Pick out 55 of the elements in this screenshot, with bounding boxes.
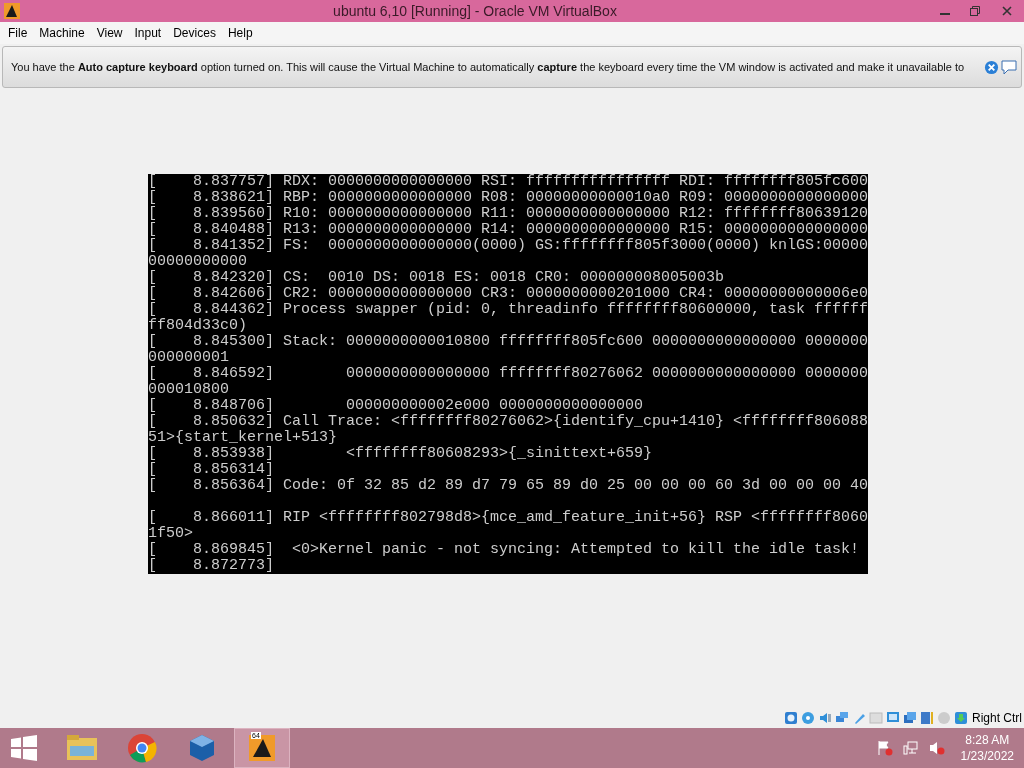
console-line: 000010800 xyxy=(148,382,229,398)
console-line: [ 8.837757] RDX: 0000000000000000 RSI: ffffffffffffffff RDI: ffffffff805fc600 xyxy=(148,174,868,190)
console-line: [ 8.853938] <ffffffff80608293>{_sinittext+659} xyxy=(148,446,653,462)
console-line: [ 8.842320] CS: 0010 DS: 0018 ES: 0018 CR0: 000000008005003b xyxy=(148,270,725,286)
display-icon[interactable] xyxy=(886,711,900,725)
console-line: [ 8.840488] R13: 0000000000000000 R14: 0000000000000000 R15: 0000000000000000 xyxy=(148,222,868,238)
console-line: [ 8.848706] 000000000002e000 0000000000000000 xyxy=(148,398,644,414)
menu-item[interactable]: View xyxy=(90,24,129,42)
console-line: [ 8.872773] xyxy=(148,558,275,574)
console-line: [ 8.842606] CR2: 0000000000000000 CR3: 0000000000201000 CR4: 00000000000006e0 xyxy=(148,286,868,302)
console-line: 00000000000 xyxy=(148,254,248,270)
console-line: 1f50> xyxy=(148,526,193,542)
flag-icon[interactable] xyxy=(876,740,893,756)
console-line: [ 8.866011] RIP <ffffffff802798d8>{mce_amd_feature_init+56} RSP <ffffffff8060 xyxy=(148,510,868,526)
cube-icon xyxy=(187,733,217,763)
window-title: ubuntu 6,10 [Running] - Oracle VM VirtualBox xyxy=(332,1,618,21)
app-icon xyxy=(4,3,20,19)
network-icon[interactable] xyxy=(835,711,849,725)
optical-disc-icon[interactable] xyxy=(801,711,815,725)
console-line: ff804d33c0) xyxy=(148,318,248,334)
download-icon[interactable] xyxy=(954,711,968,725)
maximize-icon[interactable] xyxy=(970,6,980,16)
screens-icon[interactable] xyxy=(903,711,917,725)
console-line: [ 8.845300] Stack: 0000000000010800 ffffffff805fc600 0000000000000000 0000000 xyxy=(148,334,868,350)
muted-speaker-icon[interactable] xyxy=(928,740,945,756)
menu-item[interactable]: Devices xyxy=(167,24,222,42)
menu-item[interactable]: File xyxy=(2,24,34,42)
windows-logo-icon xyxy=(11,735,37,761)
console-line: 000000001 xyxy=(148,350,229,366)
console-line: [ 8.841352] FS: 0000000000000000(0000) GS:ffffffff805f3000(0000) knlGS:00000 xyxy=(148,238,868,254)
console-line: [ 8.844362] Process swapper (pid: 0, threadinfo ffffffff80600000, task ffffff xyxy=(148,302,868,318)
browser-icon xyxy=(127,733,157,763)
close-icon[interactable] xyxy=(1002,6,1012,16)
menu-item[interactable]: Help xyxy=(221,24,259,42)
console-line: [ 8.869845] <0>Kernel panic - not syncing: Attempted to kill the idle task! xyxy=(148,542,860,558)
notification-text: You have the Auto capture keyboard option turned on. This will cause the Virtual Machine to automatically capture the keyboard every time the VM window is activated and make it unavailable to xyxy=(11,59,966,75)
console-line: 51>{start_kernel+513} xyxy=(148,430,338,446)
console-line: [ 8.839560] R10: 0000000000000000 R11: 0000000000000000 R12: ffffffff80639120 xyxy=(148,206,868,222)
close-icon[interactable] xyxy=(984,59,999,75)
app-icon xyxy=(249,735,275,761)
hard-disk-icon[interactable] xyxy=(784,711,798,725)
network-icon[interactable] xyxy=(902,740,919,756)
console-line: [ 8.856364] Code: 0f 32 85 d2 89 d7 79 65 89 d0 25 00 00 00 60 3d 00 00 00 40 xyxy=(148,478,868,494)
console-line: [ 8.850632] Call Trace: <ffffffff80276062>{identify_cpu+1410} <ffffffff806088 xyxy=(148,414,868,430)
speech-bubble-icon[interactable] xyxy=(1001,59,1017,75)
host-key-label: Right Ctrl xyxy=(972,710,1022,727)
speaker-icon[interactable] xyxy=(818,711,832,725)
console-line: [ 8.856314] xyxy=(148,462,275,478)
console-line: [ 8.838621] RBP: 0000000000000000 R08: 00000000000010a0 R09: 0000000000000000 xyxy=(148,190,868,206)
console-line: [ 8.846592] 0000000000000000 ffffffff80276062 0000000000000000 0000000 xyxy=(148,366,868,382)
clock-date[interactable]: 1/23/2022 xyxy=(960,748,1014,764)
menu-item[interactable]: Machine xyxy=(33,24,91,42)
meter-icon[interactable] xyxy=(920,711,934,725)
clock-time[interactable]: 8:28 AM xyxy=(965,732,1010,748)
menu-item[interactable]: Input xyxy=(128,24,168,42)
